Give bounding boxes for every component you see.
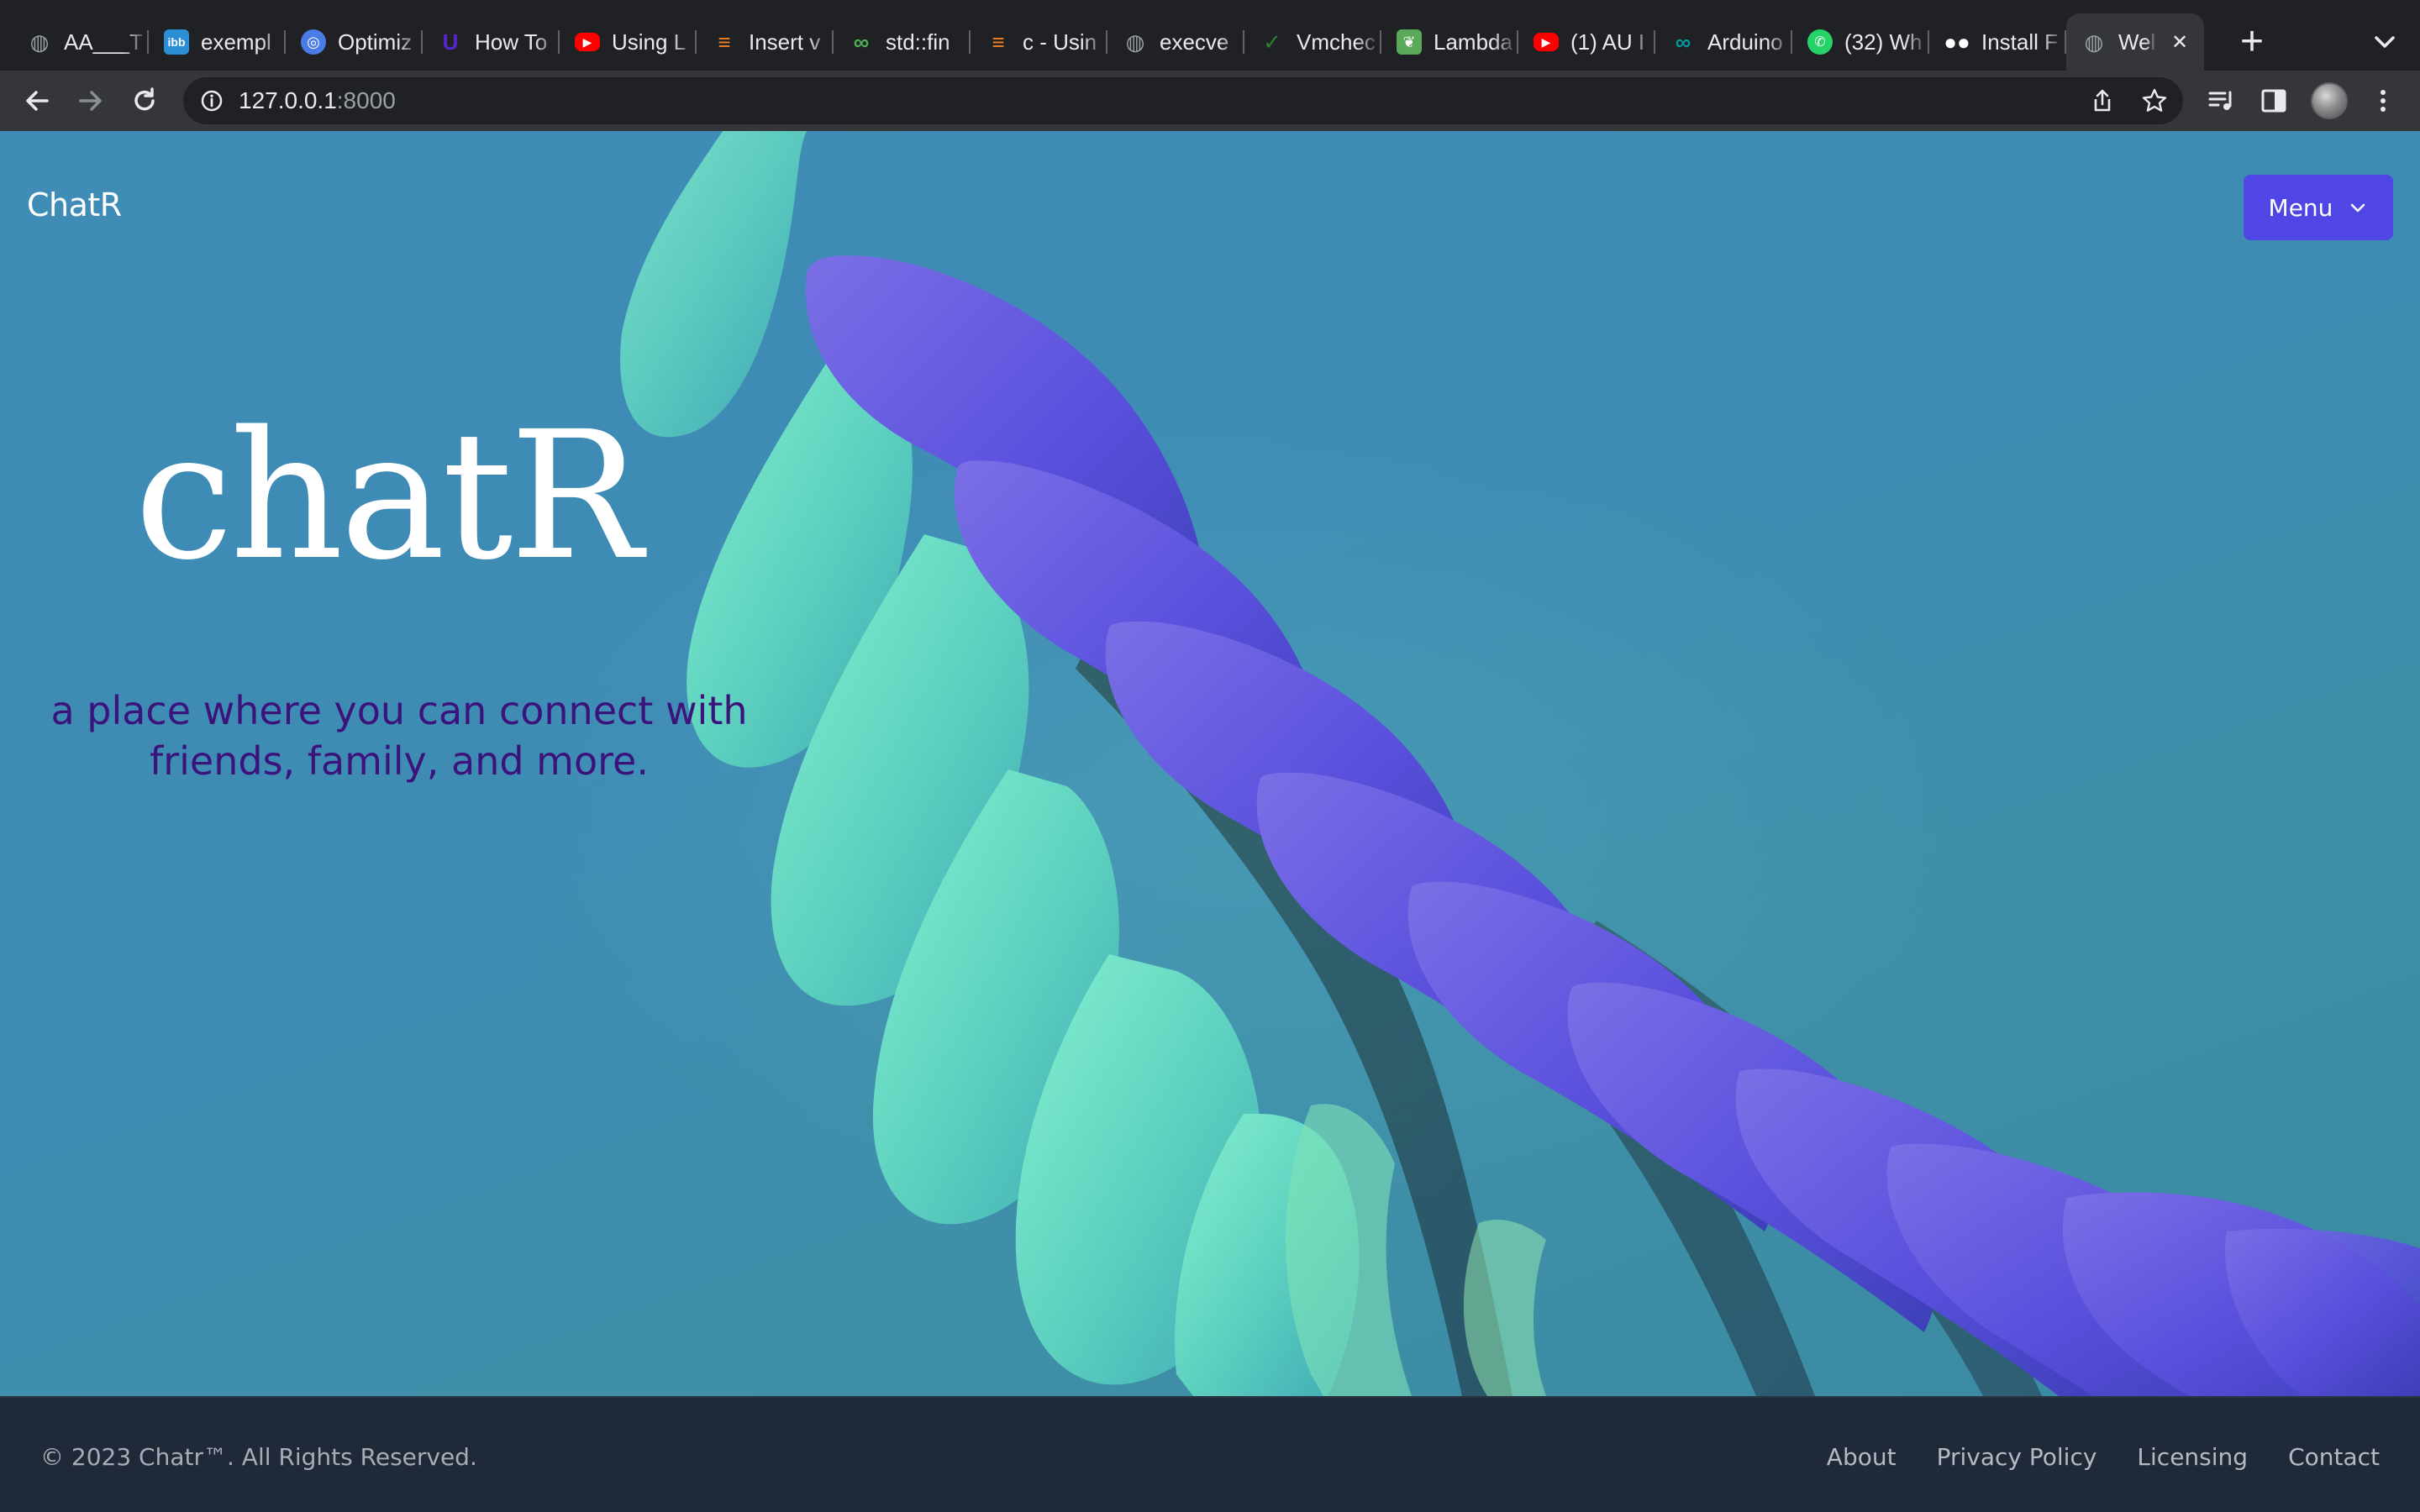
tab-title: Using L — [612, 29, 687, 55]
tab-title: Vmchec — [1297, 29, 1376, 55]
url-host: 127.0.0.1 — [239, 87, 337, 113]
tab-list: ◍ AA___T ibb exempl ◎ Optimiz U How To ▶ Using L ≡… — [12, 13, 2204, 71]
tab-title: Optimiz — [338, 29, 413, 55]
more-vertical-icon — [2381, 90, 2386, 112]
browser-tab[interactable]: ▶ (1) AU I — [1518, 13, 1655, 71]
page-footer: © 2023 Chatr™. All Rights Reserved. Abou… — [0, 1396, 2420, 1512]
bookmark-star-icon[interactable] — [2141, 87, 2168, 114]
arrow-right-icon — [79, 91, 102, 111]
browser-tab[interactable]: ≡ c - Usin — [971, 13, 1107, 71]
browser-tab[interactable]: ●● Install F — [1929, 13, 2066, 71]
arrow-left-icon — [26, 91, 49, 111]
back-button[interactable] — [17, 81, 57, 121]
media-controls-button[interactable] — [2205, 84, 2238, 118]
browser-tab[interactable]: U How To — [423, 13, 560, 71]
hero-subtitle: a place where you can connect with frien… — [50, 688, 748, 784]
checkmark-icon: ✓ — [1263, 29, 1281, 55]
hero-section: ChatR Menu chatR a place where you can c… — [0, 131, 2420, 1396]
medium-icon: ●● — [1944, 29, 1970, 55]
optimizer-icon: ◎ — [301, 29, 326, 55]
tab-title: Install F — [1981, 29, 2059, 55]
browser-tab[interactable]: ✓ Vmchec — [1244, 13, 1381, 71]
browser-tab[interactable]: ◎ Optimiz — [286, 13, 423, 71]
stackoverflow-icon: ≡ — [992, 29, 1005, 55]
tab-title: std::fin — [886, 29, 950, 55]
forward-button[interactable] — [71, 81, 111, 121]
address-bar[interactable]: 127.0.0.1:8000 — [183, 77, 2183, 124]
chevron-down-icon — [2351, 203, 2365, 213]
globe-icon: ◍ — [29, 29, 50, 55]
reload-button[interactable] — [124, 81, 165, 121]
side-panel-icon — [2261, 89, 2286, 113]
media-queue-icon — [2208, 91, 2232, 110]
browser-tab[interactable]: ∞ Arduino — [1655, 13, 1792, 71]
close-icon[interactable]: ✕ — [2169, 30, 2191, 55]
tab-title: Arduino — [1707, 29, 1783, 55]
tab-title: exempl — [201, 29, 271, 55]
chevron-down-icon — [2375, 36, 2395, 48]
footer-link-about[interactable]: About — [1827, 1443, 1897, 1471]
tab-title: AA___T — [64, 29, 143, 55]
copyright-text: © 2023 Chatr™. All Rights Reserved. — [40, 1443, 477, 1471]
cppreference-icon: ∞ — [853, 29, 870, 55]
leaf-icon: ❦ — [1397, 29, 1422, 55]
udemy-icon: U — [442, 29, 459, 55]
browser-tab[interactable]: ◍ AA___T — [12, 13, 149, 71]
tab-title: Lambda — [1434, 29, 1512, 55]
browser-toolbar: 127.0.0.1:8000 — [0, 71, 2420, 131]
footer-links: About Privacy Policy Licensing Contact — [1827, 1443, 2380, 1471]
share-icon[interactable] — [2089, 87, 2116, 114]
browser-tab-strip: ◍ AA___T ibb exempl ◎ Optimiz U How To ▶ Using L ≡… — [0, 0, 2420, 71]
footer-link-privacy-policy[interactable]: Privacy Policy — [1937, 1443, 2097, 1471]
tab-active[interactable]: ◍ Wel ✕ — [2066, 13, 2204, 71]
globe-icon: ◍ — [1125, 29, 1145, 55]
whatsapp-icon: ✆ — [1807, 29, 1833, 55]
browser-tab[interactable]: ibb exempl — [149, 13, 286, 71]
browser-tab[interactable]: ≡ Insert v — [697, 13, 834, 71]
youtube-icon: ▶ — [1534, 33, 1559, 51]
reload-icon — [134, 87, 155, 111]
arduino-icon: ∞ — [1675, 29, 1691, 55]
footer-link-contact[interactable]: Contact — [2288, 1443, 2380, 1471]
hero-title: chatR — [134, 393, 643, 599]
url-text: 127.0.0.1:8000 — [239, 87, 396, 114]
stackoverflow-icon: ≡ — [718, 29, 731, 55]
tab-title: (1) AU I — [1570, 29, 1645, 55]
menu-button-label: Menu — [2268, 193, 2333, 222]
menu-button[interactable]: Menu — [2244, 175, 2393, 240]
tab-search-button[interactable] — [2368, 24, 2402, 60]
web-page: ChatR Menu chatR a place where you can c… — [0, 131, 2420, 1512]
tab-title: How To — [475, 29, 548, 55]
browser-tab[interactable]: ◍ execve — [1107, 13, 1244, 71]
browser-tab[interactable]: ∞ std::fin — [834, 13, 971, 71]
site-info-icon[interactable] — [200, 89, 224, 113]
tab-title: (32) Wh — [1844, 29, 1923, 55]
browser-tab[interactable]: ❦ Lambda — [1381, 13, 1518, 71]
browser-tab[interactable]: ▶ Using L — [560, 13, 697, 71]
globe-icon: ◍ — [2084, 29, 2104, 55]
brand-logo[interactable]: ChatR — [27, 186, 122, 223]
profile-avatar[interactable] — [2311, 82, 2348, 119]
tab-title: Insert v — [749, 29, 821, 55]
browser-tab[interactable]: ✆ (32) Wh — [1792, 13, 1929, 71]
new-tab-button[interactable]: + — [2235, 20, 2269, 64]
tab-title: execve — [1160, 29, 1229, 55]
tab-title: c - Usin — [1023, 29, 1097, 55]
footer-link-licensing[interactable]: Licensing — [2137, 1443, 2248, 1471]
youtube-icon: ▶ — [575, 33, 600, 51]
browser-menu-button[interactable] — [2366, 84, 2400, 118]
side-panel-button[interactable] — [2257, 84, 2291, 118]
ibb-icon: ibb — [164, 29, 189, 55]
url-port: :8000 — [336, 87, 396, 113]
tab-title: Wel — [2118, 29, 2156, 55]
